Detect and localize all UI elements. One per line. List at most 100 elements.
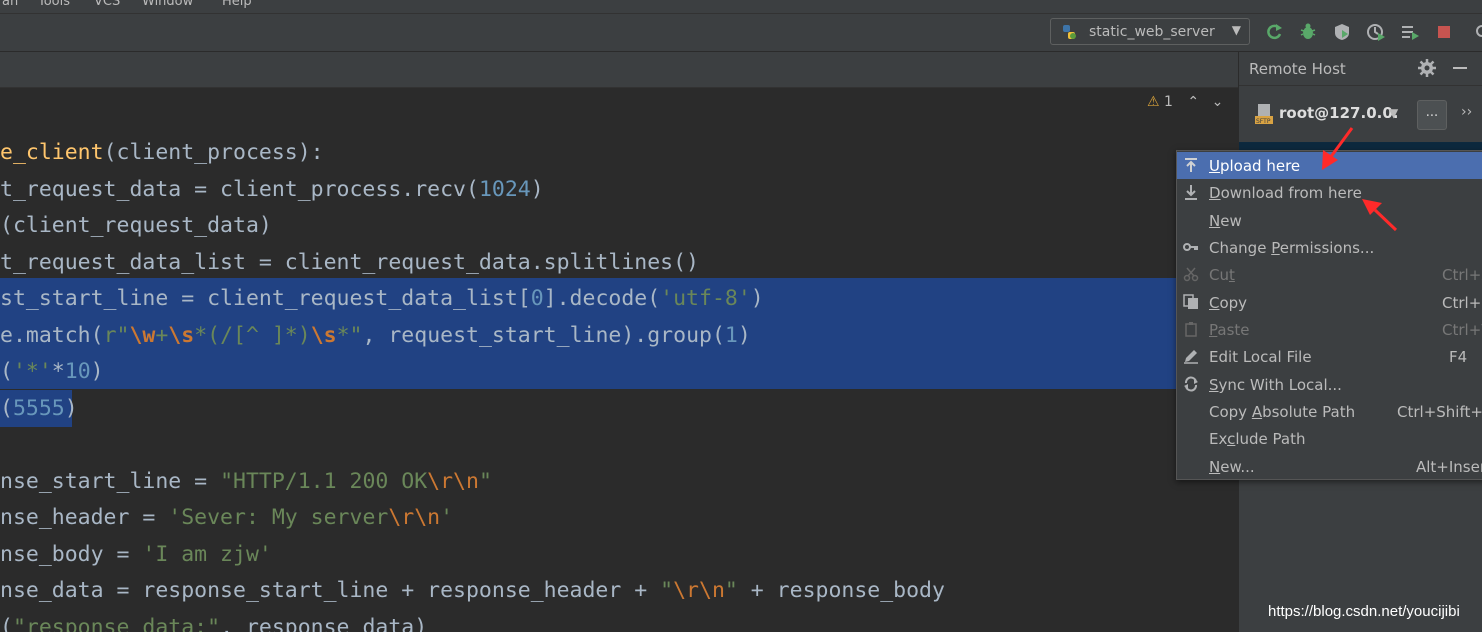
menu-item-cut[interactable]: Cut Ctrl+X <box>1177 261 1482 288</box>
remote-host-header: Remote Host <box>1239 52 1482 86</box>
code-token: 10 <box>64 359 91 384</box>
code-token: *(/[^ ]*) <box>194 322 311 348</box>
key-icon <box>1183 243 1198 251</box>
run-configuration-label: static_web_server <box>1089 24 1215 40</box>
stop-icon[interactable] <box>1434 22 1454 42</box>
menu-item-label: Paste <box>1209 321 1250 339</box>
paste-icon <box>1185 322 1197 337</box>
coverage-icon[interactable] <box>1332 22 1352 42</box>
code-token: \r\n <box>673 578 725 603</box>
menu-item-copy[interactable]: Copy Ctrl+C <box>1177 289 1482 316</box>
code-line[interactable]: ('*'*10) <box>0 353 104 390</box>
code-line[interactable]: (client_request_data) <box>0 207 272 244</box>
code-line[interactable]: nse_data = response_start_line + respons… <box>0 572 945 609</box>
menu-item-copy-absolute-path[interactable]: Copy Absolute Path Ctrl+Shift+C <box>1177 398 1482 425</box>
minimize-icon[interactable] <box>1453 67 1467 69</box>
host-name[interactable]: root@127.0.0. <box>1279 104 1398 122</box>
menu-item-change-permissions[interactable]: Change Permissions... <box>1177 234 1482 261</box>
rerun-icon[interactable] <box>1264 22 1284 42</box>
code-token: e_client <box>0 140 104 165</box>
menu-item-label: Change Permissions... <box>1209 239 1375 257</box>
menu-item-run[interactable]: an <box>2 0 18 9</box>
context-menu: Upload here Download from here New Change P… <box>1176 150 1482 480</box>
sftp-server-icon: SFTP <box>1255 104 1273 124</box>
menu-item-upload-here[interactable]: Upload here <box>1177 152 1482 179</box>
code-token: \w <box>129 322 156 348</box>
code-token: ) <box>64 395 78 421</box>
menu-item-help[interactable]: Help <box>222 0 252 9</box>
chevron-down-icon[interactable]: ⌄ <box>1212 94 1224 110</box>
code-line[interactable]: nse_header = 'Sever: My server\r\n' <box>0 499 453 536</box>
code-token: ) <box>750 286 764 311</box>
code-token: + response_body <box>737 578 945 603</box>
menu-item-label: Edit Local File <box>1209 348 1312 366</box>
run-configuration-dropdown[interactable]: static_web_server ▼ <box>1050 18 1250 45</box>
scissors-icon <box>1183 267 1199 282</box>
host-selector: SFTP root@127.0.0. ▼ ... ›› <box>1239 86 1482 142</box>
code-token: " <box>478 468 492 494</box>
code-token: 'utf-8' <box>660 286 751 311</box>
menu-item-new[interactable]: New <box>1177 207 1482 234</box>
search-icon[interactable] <box>1470 22 1482 42</box>
code-token: nse_start_line = <box>0 468 221 494</box>
inspection-count: 1 <box>1164 94 1173 110</box>
gear-icon[interactable] <box>1417 58 1437 78</box>
menu-item-sync-with-local[interactable]: Sync With Local... <box>1177 371 1482 398</box>
download-icon <box>1185 185 1197 200</box>
menu-item-label: Sync With Local... <box>1209 376 1342 394</box>
menu-item-new[interactable]: New... Alt+Insert <box>1177 453 1482 480</box>
menu-item-label: New... <box>1209 458 1255 476</box>
code-line[interactable]: nse_start_line = "HTTP/1.1 200 OK\r\n" <box>0 463 492 500</box>
chevron-down-icon: ▼ <box>1231 23 1241 37</box>
code-token: 1024 <box>478 176 531 202</box>
code-token: ' <box>440 505 454 530</box>
python-icon <box>1063 25 1076 39</box>
menu-item-shortcut: Alt+Insert <box>1416 458 1482 476</box>
code-token: r" <box>103 322 130 348</box>
inspection-widget[interactable]: ⚠ 1 ⌃ ⌄ <box>1147 94 1223 110</box>
code-token: ( <box>0 359 13 384</box>
code-line[interactable]: (5555) <box>0 389 78 427</box>
menu-item-exclude-path[interactable]: Exclude Path <box>1177 425 1482 452</box>
run-list-icon[interactable] <box>1400 22 1420 42</box>
code-token: ) <box>737 322 751 348</box>
menu-item-tools[interactable]: Tools <box>38 0 70 9</box>
main-toolbar: static_web_server ▼ <box>0 14 1482 52</box>
code-token: * <box>51 359 65 384</box>
menu-item-window[interactable]: Window <box>142 0 193 9</box>
code-line[interactable]: e_client(client_process): <box>0 134 324 171</box>
menu-item-paste[interactable]: Paste Ctrl+V <box>1177 316 1482 343</box>
debug-icon[interactable] <box>1298 22 1318 42</box>
code-line[interactable]: nse_body = 'I am zjw' <box>0 536 272 573</box>
code-token: " <box>724 578 738 603</box>
code-token: , response_data) <box>220 614 428 632</box>
more-options-button[interactable]: ... <box>1417 100 1447 130</box>
code-editor[interactable]: ⚠ 1 ⌃ ⌄ e_client(client_process): t_reque… <box>0 88 1238 632</box>
code-line[interactable]: e.match(r"\w+\s*(/[^ ]*)\s*", request_st… <box>0 317 751 354</box>
code-token: (client_process): <box>103 140 324 165</box>
code-token: \r\n <box>427 468 479 494</box>
code-line[interactable]: st_start_line = client_request_data_list… <box>0 280 764 317</box>
code-line[interactable]: t_request_data_list = client_request_dat… <box>0 244 699 281</box>
code-token: nse_header = <box>0 505 169 530</box>
menu-item-vcs[interactable]: VCS <box>94 0 120 9</box>
svg-text:SFTP: SFTP <box>1256 118 1271 124</box>
double-chevron-right-icon[interactable]: ›› <box>1461 104 1472 120</box>
menu-item-edit-local-file[interactable]: Edit Local File F4 <box>1177 343 1482 370</box>
warning-icon: ⚠ <box>1147 94 1160 110</box>
menu-item-shortcut: F4 <box>1449 348 1468 366</box>
profile-icon[interactable] <box>1366 22 1386 42</box>
code-token: " <box>660 578 674 603</box>
chevron-down-icon[interactable]: ▼ <box>1389 106 1398 120</box>
tree-selected-row[interactable] <box>1239 142 1482 150</box>
menu-item-download-from-here[interactable]: Download from here <box>1177 179 1482 206</box>
code-token: ( <box>0 614 13 632</box>
code-line[interactable]: t_request_data = client_process.recv(102… <box>0 171 544 208</box>
code-token: \s <box>168 322 195 348</box>
menu-item-label: Copy <box>1209 294 1248 312</box>
chevron-up-icon[interactable]: ⌃ <box>1187 94 1199 110</box>
code-token: *" <box>336 322 363 348</box>
code-token: ) <box>90 359 104 384</box>
code-line[interactable]: ("response data:", response_data) <box>0 609 427 632</box>
code-token: e.match( <box>0 322 104 348</box>
